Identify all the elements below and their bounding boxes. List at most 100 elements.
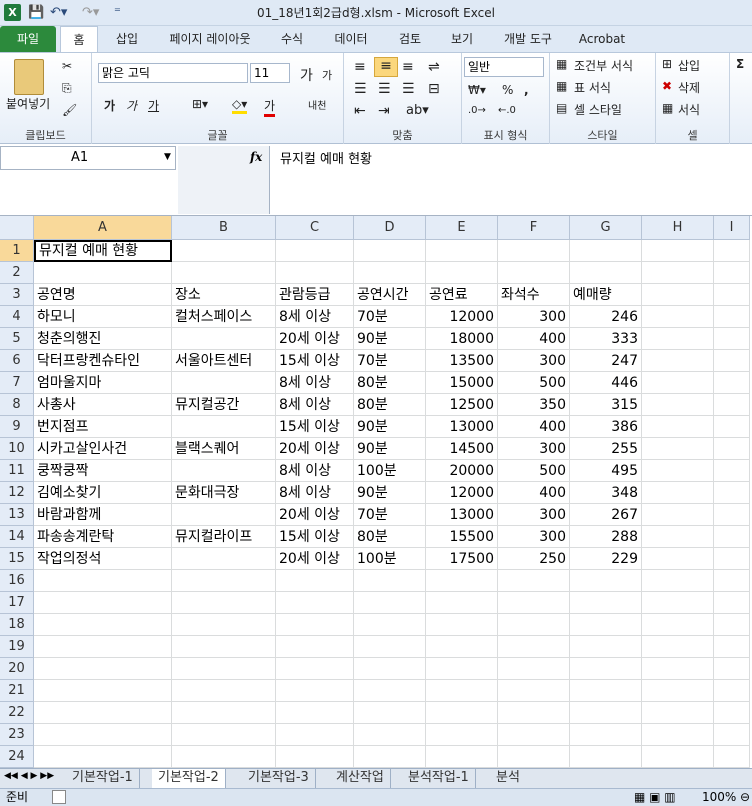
cell[interactable]: 386 [570,416,642,438]
row-header[interactable]: 7 [0,372,34,394]
cell[interactable]: 348 [570,482,642,504]
row-header[interactable]: 15 [0,548,34,570]
copy-icon[interactable]: ⎘ [62,81,72,96]
cell[interactable]: 100분 [354,460,426,482]
cell[interactable]: 뮤지컬공간 [172,394,276,416]
cell[interactable]: 400 [498,328,570,350]
cell[interactable] [714,680,750,702]
cell[interactable]: 좌석수 [498,284,570,306]
row-header[interactable]: 21 [0,680,34,702]
cell[interactable]: 20000 [426,460,498,482]
sheet-tab-basic-1[interactable]: 기본작업-1 [66,769,140,788]
cell[interactable] [426,592,498,614]
insert-function-button[interactable]: fx [250,150,262,164]
cell[interactable]: 288 [570,526,642,548]
row-header[interactable]: 19 [0,636,34,658]
cell[interactable] [354,240,426,262]
worksheet-grid[interactable]: A B C D E F G H I 1 뮤지컬 예매 현황 2 3 공연명 장소 관람등급 공연시간 공연료 좌석수… [0,216,752,768]
cell[interactable] [34,680,172,702]
orientation-icon[interactable]: ab▾ [406,103,429,118]
cell[interactable] [642,394,714,416]
tab-view[interactable]: 보기 [442,26,482,52]
currency-icon[interactable]: ₩▾ [468,83,486,97]
cell[interactable]: 블랙스퀘어 [172,438,276,460]
cell[interactable] [172,724,276,746]
italic-button[interactable]: 가 [126,97,137,114]
column-header[interactable]: G [570,216,642,240]
name-box[interactable]: A1 [0,146,176,170]
cell[interactable] [276,614,354,636]
cell[interactable]: 20세 이상 [276,548,354,570]
sheet-nav-icon[interactable]: ◀◀ ◀ ▶ ▶▶ [4,771,54,781]
tab-data[interactable]: 데이터 [326,26,376,52]
cell[interactable]: 공연료 [426,284,498,306]
cell[interactable]: 파송송계란탁 [34,526,172,548]
cell[interactable]: 서울아트센터 [172,350,276,372]
tab-page-layout[interactable]: 페이지 레이아웃 [160,26,260,52]
cell[interactable]: 17500 [426,548,498,570]
cell[interactable] [172,416,276,438]
cell[interactable] [426,680,498,702]
row-header[interactable]: 16 [0,570,34,592]
cell[interactable] [642,680,714,702]
cell[interactable] [426,746,498,768]
cell[interactable] [498,240,570,262]
cell[interactable]: 255 [570,438,642,460]
cell[interactable]: 400 [498,416,570,438]
column-header[interactable]: E [426,216,498,240]
cell[interactable]: 닥터프랑켄슈타인 [34,350,172,372]
cell[interactable]: 공연명 [34,284,172,306]
cell[interactable]: 쿵짝쿵짝 [34,460,172,482]
decrease-indent-icon[interactable]: ⇤ [354,103,366,119]
cell[interactable] [714,592,750,614]
align-center-icon[interactable]: ☰ [378,81,391,97]
cell[interactable] [498,680,570,702]
view-buttons-icon[interactable]: ▦ ▣ ▥ [634,789,676,806]
cell[interactable] [642,724,714,746]
cell[interactable]: 247 [570,350,642,372]
wrap-text-icon[interactable]: ⇌ [428,59,440,75]
cell[interactable]: 300 [498,350,570,372]
cell[interactable] [426,636,498,658]
cell[interactable] [498,592,570,614]
increase-indent-icon[interactable]: ⇥ [378,103,390,119]
cell[interactable] [642,350,714,372]
cell[interactable] [642,328,714,350]
cell[interactable]: 90분 [354,438,426,460]
align-right-icon[interactable]: ☰ [402,81,415,97]
cell[interactable] [714,636,750,658]
cell[interactable]: 20세 이상 [276,504,354,526]
insert-cells-button[interactable]: 삽입 [678,57,700,74]
cell[interactable] [172,548,276,570]
cell[interactable]: 400 [498,482,570,504]
cell[interactable]: 장소 [172,284,276,306]
cell[interactable] [172,240,276,262]
cell[interactable]: 70분 [354,350,426,372]
cell[interactable] [34,592,172,614]
cell[interactable] [498,570,570,592]
number-format-combo[interactable]: 일반 [464,57,544,77]
cell[interactable] [714,328,750,350]
cell[interactable]: 뮤지컬 예매 현황 [34,240,172,262]
cell[interactable]: 번지점프 [34,416,172,438]
sheet-tab-basic-3[interactable]: 기본작업-3 [242,769,316,788]
cell[interactable] [498,636,570,658]
cell[interactable]: 15세 이상 [276,416,354,438]
cell[interactable]: 446 [570,372,642,394]
conditional-format-button[interactable]: 조건부 서식 [574,57,633,74]
cell[interactable] [642,658,714,680]
cell[interactable] [354,746,426,768]
cell[interactable] [354,614,426,636]
phonetic-button[interactable]: 내천 [308,97,326,112]
row-header[interactable]: 1 [0,240,34,262]
grow-font-button[interactable]: 가 [300,65,313,85]
cell[interactable] [714,614,750,636]
cell[interactable] [714,306,750,328]
cell[interactable] [498,702,570,724]
row-header[interactable]: 8 [0,394,34,416]
cell[interactable] [34,702,172,724]
cell[interactable] [642,372,714,394]
cell[interactable] [642,482,714,504]
cell[interactable]: 300 [498,526,570,548]
cell[interactable] [172,372,276,394]
